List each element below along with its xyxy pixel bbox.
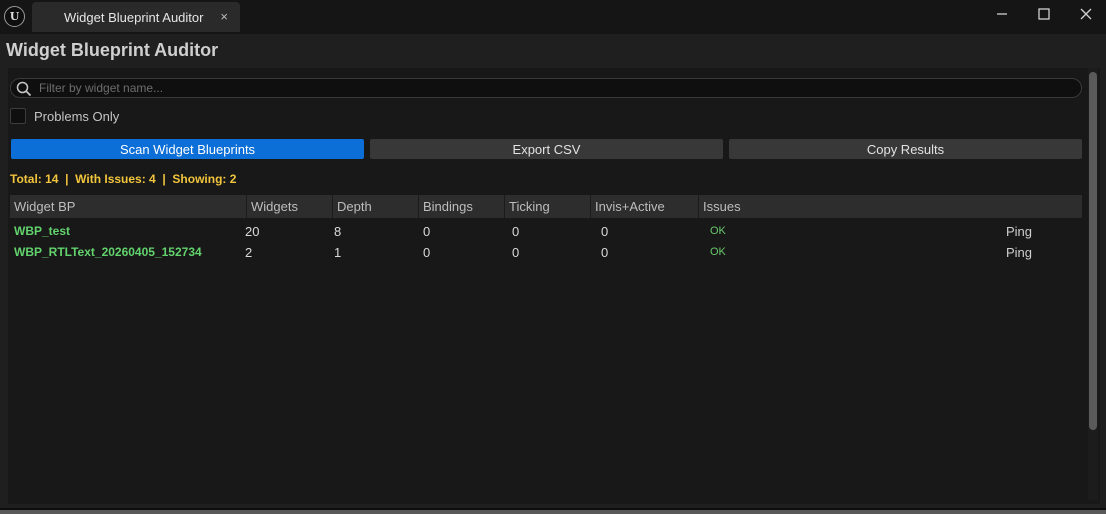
table-row[interactable]: WBP_RTLText_20260405_152734 2 1 0 0 0 OK… <box>10 242 1082 262</box>
widgets-count: 2 <box>245 245 253 260</box>
tab-label: Widget Blueprint Auditor <box>64 10 204 25</box>
export-csv-button[interactable]: Export CSV <box>370 139 723 159</box>
maximize-icon <box>1038 8 1050 20</box>
close-icon <box>1080 8 1092 20</box>
issues-status: OK <box>710 246 726 258</box>
problems-only-checkbox[interactable] <box>10 108 26 124</box>
window-resize-edge[interactable] <box>0 510 1106 514</box>
issues-status: OK <box>710 225 726 237</box>
widget-bp-name[interactable]: WBP_test <box>14 224 70 238</box>
column-header-widgets[interactable]: Widgets <box>246 195 332 218</box>
column-header-ticking[interactable]: Ticking <box>504 195 590 218</box>
column-header-bindings[interactable]: Bindings <box>418 195 504 218</box>
table-header: Widget BP Widgets Depth Bindings Ticking… <box>10 195 1082 218</box>
invis-active-value: 0 <box>601 224 609 239</box>
depth-value: 1 <box>334 245 342 260</box>
content-panel <box>8 68 1100 504</box>
bindings-value: 0 <box>423 224 431 239</box>
scrollbar-thumb[interactable] <box>1089 72 1097 430</box>
depth-value: 8 <box>334 224 342 239</box>
tab-close-icon[interactable]: × <box>220 9 228 24</box>
column-header-issues[interactable]: Issues <box>698 195 1082 218</box>
auditor-window: U Widget Blueprint Auditor × Widget Blue… <box>0 0 1106 514</box>
minimize-icon <box>997 13 1007 15</box>
ping-link[interactable]: Ping <box>1006 245 1032 260</box>
problems-only-label: Problems Only <box>34 109 120 124</box>
column-header-widget-bp[interactable]: Widget BP <box>10 195 246 218</box>
ping-link[interactable]: Ping <box>1006 224 1032 239</box>
unreal-logo-icon: U <box>4 6 25 27</box>
ticking-value: 0 <box>512 224 520 239</box>
maximize-button[interactable] <box>1030 4 1058 24</box>
search-icon <box>16 81 32 97</box>
search-box[interactable] <box>10 78 1082 98</box>
minimize-button[interactable] <box>988 4 1016 24</box>
copy-results-button[interactable]: Copy Results <box>729 139 1082 159</box>
column-header-invis-active[interactable]: Invis+Active <box>590 195 698 218</box>
tab-widget-blueprint-auditor[interactable]: Widget Blueprint Auditor × <box>32 2 240 32</box>
bindings-value: 0 <box>423 245 431 260</box>
table-row[interactable]: WBP_test 20 8 0 0 0 OK Ping <box>10 221 1082 241</box>
widgets-count: 20 <box>245 224 260 239</box>
ticking-value: 0 <box>512 245 520 260</box>
widget-bp-name[interactable]: WBP_RTLText_20260405_152734 <box>14 245 202 259</box>
page-title: Widget Blueprint Auditor <box>6 40 219 60</box>
invis-active-value: 0 <box>601 245 609 260</box>
column-header-depth[interactable]: Depth <box>332 195 418 218</box>
summary-stats: Total: 14 | With Issues: 4 | Showing: 2 <box>10 172 237 186</box>
close-window-button[interactable] <box>1072 4 1100 24</box>
search-input[interactable] <box>39 80 1069 96</box>
title-bar: U Widget Blueprint Auditor × <box>0 0 1106 34</box>
scan-widget-blueprints-button[interactable]: Scan Widget Blueprints <box>11 139 364 159</box>
